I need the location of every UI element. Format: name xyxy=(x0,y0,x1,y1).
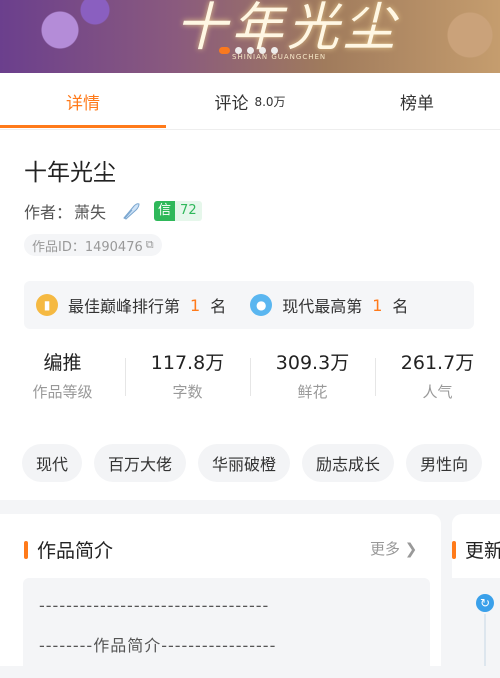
carousel-dot[interactable] xyxy=(235,47,242,54)
book-title: 十年光尘 xyxy=(24,160,116,186)
tag-chip[interactable]: 励志成长 xyxy=(302,444,395,482)
tab-rankings[interactable]: 榜单 xyxy=(334,73,500,129)
intro-line: ---------------------------------- xyxy=(39,596,270,615)
stats-row: 编推 作品等级 117.8万 字数 309.3万 鲜花 261.7万 人气 xyxy=(0,348,500,408)
rank-prefix: 最佳巅峰排行第 xyxy=(68,297,181,316)
trust-badge[interactable]: 信 72 xyxy=(154,201,202,221)
rank-suffix: 名 xyxy=(210,297,227,316)
book-detail-card: 详情 评论 8.0万 榜单 十年光尘 作者： 萧失 信 72 作品ID：14904… xyxy=(0,73,500,500)
work-id: 作品ID：1490476 xyxy=(32,239,143,255)
tab-label: 榜单 xyxy=(400,93,434,114)
author-name[interactable]: 萧失 xyxy=(74,199,106,223)
author-prefix: 作者： xyxy=(24,203,73,222)
tab-bar: 详情 评论 8.0万 榜单 xyxy=(0,73,500,130)
rank-prefix: 现代最高第 xyxy=(282,297,363,316)
stat-label: 鲜花 xyxy=(297,383,328,401)
rank-number: 1 xyxy=(190,295,201,315)
tab-comments[interactable]: 评论 8.0万 xyxy=(166,73,334,129)
stat-value: 309.3万 xyxy=(275,352,350,374)
section-title: 更新 xyxy=(465,540,500,562)
copy-icon[interactable]: ⧉ xyxy=(146,238,154,252)
stat-level: 编推 作品等级 xyxy=(0,348,125,402)
tag-chip[interactable]: 现代 xyxy=(22,444,83,482)
active-tab-indicator xyxy=(0,125,166,128)
comment-count: 8.0万 xyxy=(254,94,286,109)
tab-details[interactable]: 详情 xyxy=(0,73,166,129)
intro-text-box[interactable]: ---------------------------------- -----… xyxy=(23,578,430,678)
carousel-dot[interactable] xyxy=(247,47,254,54)
carousel-dot[interactable] xyxy=(271,47,278,54)
rank-peak[interactable]: ▮ 最佳巅峰排行第 1 名 xyxy=(36,293,226,317)
stat-label: 作品等级 xyxy=(32,383,93,401)
stat-label: 字数 xyxy=(172,383,203,401)
carousel-dot[interactable] xyxy=(219,47,230,54)
tag-chip[interactable]: 男性向 xyxy=(406,444,483,482)
stat-flowers[interactable]: 309.3万 鲜花 xyxy=(250,348,375,402)
intro-line: --------作品简介----------------- xyxy=(39,636,277,655)
tab-label: 评论 xyxy=(214,93,249,114)
tag-chip[interactable]: 百万大佬 xyxy=(94,444,187,482)
refresh-icon: ↻ xyxy=(476,594,494,612)
update-box xyxy=(452,578,500,666)
quill-icon xyxy=(120,200,142,222)
intro-card: 作品简介 更多 ❯ ------------------------------… xyxy=(0,514,441,678)
stat-value: 编推 xyxy=(43,352,82,374)
update-heading: 更新 xyxy=(452,536,500,563)
update-card[interactable]: 更新 ↻ xyxy=(452,514,500,666)
section-marker xyxy=(452,540,456,559)
carousel-dots xyxy=(219,47,278,54)
section-title: 作品简介 xyxy=(37,540,114,562)
work-id-chip[interactable]: 作品ID：1490476 ⧉ xyxy=(24,234,162,256)
tag-list: 现代 百万大佬 华丽破橙 励志成长 男性向 xyxy=(22,444,483,482)
ranking-box[interactable]: ▮ 最佳巅峰排行第 1 名 ● 现代最高第 1 名 xyxy=(24,281,474,329)
stat-value: 117.8万 xyxy=(150,352,225,374)
rank-suffix: 名 xyxy=(392,297,409,316)
cover-banner[interactable]: 十年光尘 SHINIAN GUANGCHEN xyxy=(0,0,500,73)
tab-label: 详情 xyxy=(66,93,100,114)
rank-number: 1 xyxy=(372,295,383,315)
stat-words: 117.8万 字数 xyxy=(125,348,250,402)
trophy-icon: ▮ xyxy=(36,294,58,316)
stat-value: 261.7万 xyxy=(400,352,475,374)
stat-label: 人气 xyxy=(422,383,453,401)
timeline-line xyxy=(484,614,486,666)
more-link[interactable]: 更多 ❯ xyxy=(370,538,417,559)
trust-label: 信 xyxy=(154,201,176,221)
tag-chip[interactable]: 华丽破橙 xyxy=(198,444,291,482)
intro-heading: 作品简介 xyxy=(24,536,113,563)
carousel-dot[interactable] xyxy=(259,47,266,54)
section-marker xyxy=(24,540,28,559)
banner-title: 十年光尘 xyxy=(175,0,400,58)
banner-subtitle: SHINIAN GUANGCHEN xyxy=(232,53,327,61)
rank-modern[interactable]: ● 现代最高第 1 名 xyxy=(250,293,408,317)
trust-value: 72 xyxy=(175,201,202,221)
stat-popularity: 261.7万 人气 xyxy=(375,348,500,402)
medal-icon: ● xyxy=(250,294,273,316)
author-row: 作者： 萧失 信 72 xyxy=(24,199,202,223)
